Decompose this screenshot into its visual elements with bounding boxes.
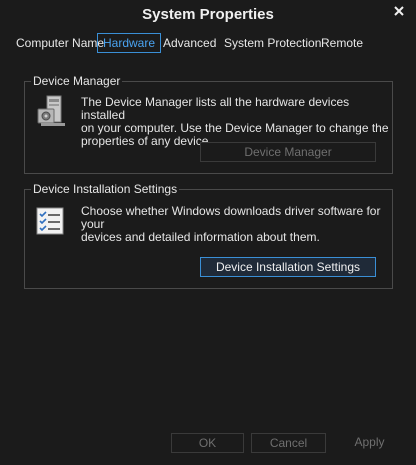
device-manager-group: Device Manager The Device Manager lists … bbox=[24, 74, 393, 174]
device-manager-legend: Device Manager bbox=[31, 74, 123, 88]
tab-hardware[interactable]: Hardware bbox=[97, 33, 162, 53]
device-installation-legend: Device Installation Settings bbox=[31, 182, 180, 196]
device-installation-description: Choose whether Windows downloads driver … bbox=[81, 205, 392, 244]
tab-advanced[interactable]: Advanced bbox=[163, 36, 216, 50]
tab-computer-name[interactable]: Computer Name bbox=[16, 36, 104, 50]
cancel-button[interactable]: Cancel bbox=[251, 433, 326, 453]
checklist-icon bbox=[36, 207, 64, 235]
ok-button[interactable]: OK bbox=[171, 433, 244, 453]
device-manager-description: The Device Manager lists all the hardwar… bbox=[81, 96, 392, 148]
device-manager-button[interactable]: Device Manager bbox=[200, 142, 376, 162]
apply-button[interactable]: Apply bbox=[333, 433, 406, 453]
device-installation-group: Device Installation Settings Choose whet… bbox=[24, 182, 393, 289]
device-installation-settings-button[interactable]: Device Installation Settings bbox=[200, 257, 376, 277]
tab-system-protection[interactable]: System Protection bbox=[224, 36, 321, 50]
device-installation-description-line: Choose whether Windows downloads driver … bbox=[81, 204, 381, 231]
device-manager-icon bbox=[37, 95, 65, 126]
window-title: System Properties bbox=[142, 6, 274, 23]
close-button[interactable] bbox=[392, 4, 408, 20]
tab-remote[interactable]: Remote bbox=[321, 36, 363, 50]
title-bar: System Properties bbox=[0, 0, 416, 30]
tab-strip: Computer Name Hardware Advanced System P… bbox=[0, 32, 416, 58]
close-icon bbox=[394, 6, 404, 16]
system-properties-window: System Properties Computer Name Hardware… bbox=[0, 0, 416, 465]
device-installation-description-line: devices and detailed information about t… bbox=[81, 230, 320, 244]
device-manager-description-line: The Device Manager lists all the hardwar… bbox=[81, 95, 350, 122]
